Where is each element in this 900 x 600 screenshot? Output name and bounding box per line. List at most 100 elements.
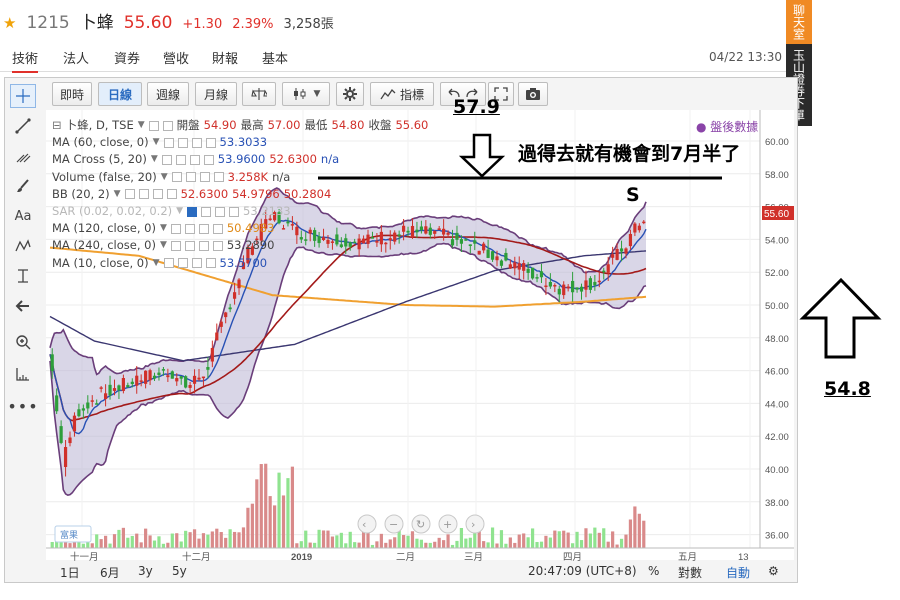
tab-basic[interactable]: 基本 (262, 48, 288, 67)
candle-body (602, 270, 606, 273)
volume-bar (535, 541, 539, 548)
svg-text:−: − (389, 518, 398, 531)
bb-value-2: 54.9796 (232, 186, 280, 201)
interval-daily-button[interactable]: 日線 (98, 82, 142, 106)
candle-body (584, 280, 588, 290)
tab-financials[interactable]: 財報 (212, 48, 238, 67)
candle-body (68, 437, 72, 444)
candle-body (539, 271, 544, 278)
legend-bb[interactable]: BB (20, 2) ▼ 52.6300 54.9796 50.2804 (52, 186, 428, 203)
favorite-star-icon[interactable]: ★ (3, 14, 16, 32)
more-tools-icon[interactable]: ••• (7, 394, 37, 418)
volume-bar (103, 535, 108, 548)
sar-value: 53.2133 (243, 203, 291, 218)
interval-weekly-button[interactable]: 週線 (147, 82, 189, 106)
percent-scale-button[interactable]: % (648, 564, 659, 578)
volume-bar (588, 533, 593, 548)
x-tick-label: 十一月 (70, 551, 99, 563)
ma60-label: MA (60, close, 0) (52, 135, 149, 150)
volume-bar (90, 543, 94, 548)
volume-bar (446, 534, 450, 548)
ma120-label: MA (120, close, 0) (52, 221, 156, 236)
candle-body (473, 240, 477, 244)
volume-bar (86, 542, 90, 548)
volume-bar (539, 541, 544, 548)
after-hours-data-link[interactable]: ● 盤後數據 (696, 118, 758, 135)
brush-icon[interactable] (10, 174, 36, 198)
candle-body (135, 375, 139, 386)
volume-bar (375, 541, 379, 548)
volume-bar (255, 479, 259, 548)
range-6m-button[interactable]: 6月 (100, 564, 120, 581)
text-tool-icon[interactable]: Aa (10, 204, 36, 228)
svg-text:+: + (443, 518, 452, 531)
candle-body (624, 248, 628, 254)
bb-value-3: 50.2804 (283, 186, 332, 201)
chart-settings-gear-icon[interactable]: ⚙ (768, 564, 779, 578)
ma120-value: 50.4983 (226, 221, 275, 236)
volume-bar (339, 532, 343, 548)
legend-ma10[interactable]: MA (10, close, 0) ▼ 53.5700 (52, 255, 428, 272)
volume-bar (130, 535, 134, 548)
volume-bar (170, 533, 174, 548)
volume-bar (295, 543, 299, 548)
ma60-value: 53.3033 (219, 135, 268, 150)
volume-bar (215, 528, 219, 548)
compare-scale-icon[interactable] (242, 82, 276, 106)
legend-ma120[interactable]: MA (120, close, 0) ▼ 50.4983 (52, 220, 428, 237)
zoom-in-icon[interactable] (10, 330, 36, 354)
measure-icon[interactable] (10, 264, 36, 288)
volume-bar (526, 537, 530, 548)
volume-bar (152, 540, 157, 548)
legend-macross[interactable]: MA Cross (5, 20) ▼ 53.9600 52.6300 n/a (52, 151, 428, 168)
legend-ma60[interactable]: MA (60, close, 0) ▼ 53.3033 (52, 134, 428, 151)
volume-bar (406, 535, 410, 548)
legend-sar[interactable]: SAR (0.02, 0.02, 0.2) ▼ 53.2133 (52, 203, 428, 220)
crosshair-icon[interactable] (10, 84, 36, 108)
pattern-icon[interactable] (10, 234, 36, 258)
candle-body (633, 223, 637, 233)
chat-room-button[interactable]: 聊天室 (786, 0, 812, 44)
candle-body (103, 393, 108, 399)
candle-body (117, 385, 121, 391)
ma240-value: 53.2890 (226, 238, 275, 253)
candle-body (606, 264, 610, 273)
volume-bar (606, 541, 610, 548)
auto-scale-button[interactable]: 自動 (726, 564, 750, 581)
pitchfork-icon[interactable] (10, 144, 36, 168)
y-tick-label: 38.00 (765, 498, 789, 509)
volume-bar (544, 535, 548, 548)
range-1d-button[interactable]: 1日 (60, 564, 80, 581)
chart-type-candle-icon[interactable]: ▼ (282, 82, 330, 106)
tab-margin[interactable]: 資券 (114, 48, 140, 67)
snapshot-camera-icon[interactable] (518, 82, 548, 106)
interval-monthly-button[interactable]: 月線 (195, 82, 237, 106)
legend-toggle-box[interactable] (148, 120, 159, 131)
interval-realtime-button[interactable]: 即時 (52, 82, 92, 106)
volume-bar (486, 542, 490, 548)
price-change: +1.30 (182, 17, 223, 32)
tab-revenue[interactable]: 營收 (163, 48, 189, 67)
legend-volume[interactable]: Volume (false, 20) ▼ 3.258K n/a (52, 169, 428, 186)
legend-ma240[interactable]: MA (240, close, 0) ▼ 53.2890 (52, 237, 428, 254)
candle-body (446, 232, 450, 235)
range-5y-button[interactable]: 5y (172, 564, 187, 578)
range-3y-button[interactable]: 3y (138, 564, 153, 578)
candle-body (544, 285, 548, 288)
trend-line-icon[interactable] (10, 114, 36, 138)
indicators-button[interactable]: 指標 (370, 82, 434, 106)
candle-body (152, 375, 157, 379)
candle-body (63, 447, 68, 468)
legend-settings-box[interactable] (162, 120, 173, 131)
tab-institutional[interactable]: 法人 (63, 48, 89, 67)
candle-body (548, 281, 552, 287)
volume-bar (290, 466, 295, 548)
candle-body (571, 280, 575, 293)
ruler-icon[interactable] (10, 362, 36, 386)
volume-bar (611, 531, 615, 548)
candle-body (148, 370, 152, 381)
settings-gear-icon[interactable] (336, 82, 364, 106)
log-scale-button[interactable]: 對數 (678, 564, 702, 581)
arrow-left-icon[interactable] (10, 294, 36, 318)
tab-technical[interactable]: 技術 (12, 48, 39, 73)
